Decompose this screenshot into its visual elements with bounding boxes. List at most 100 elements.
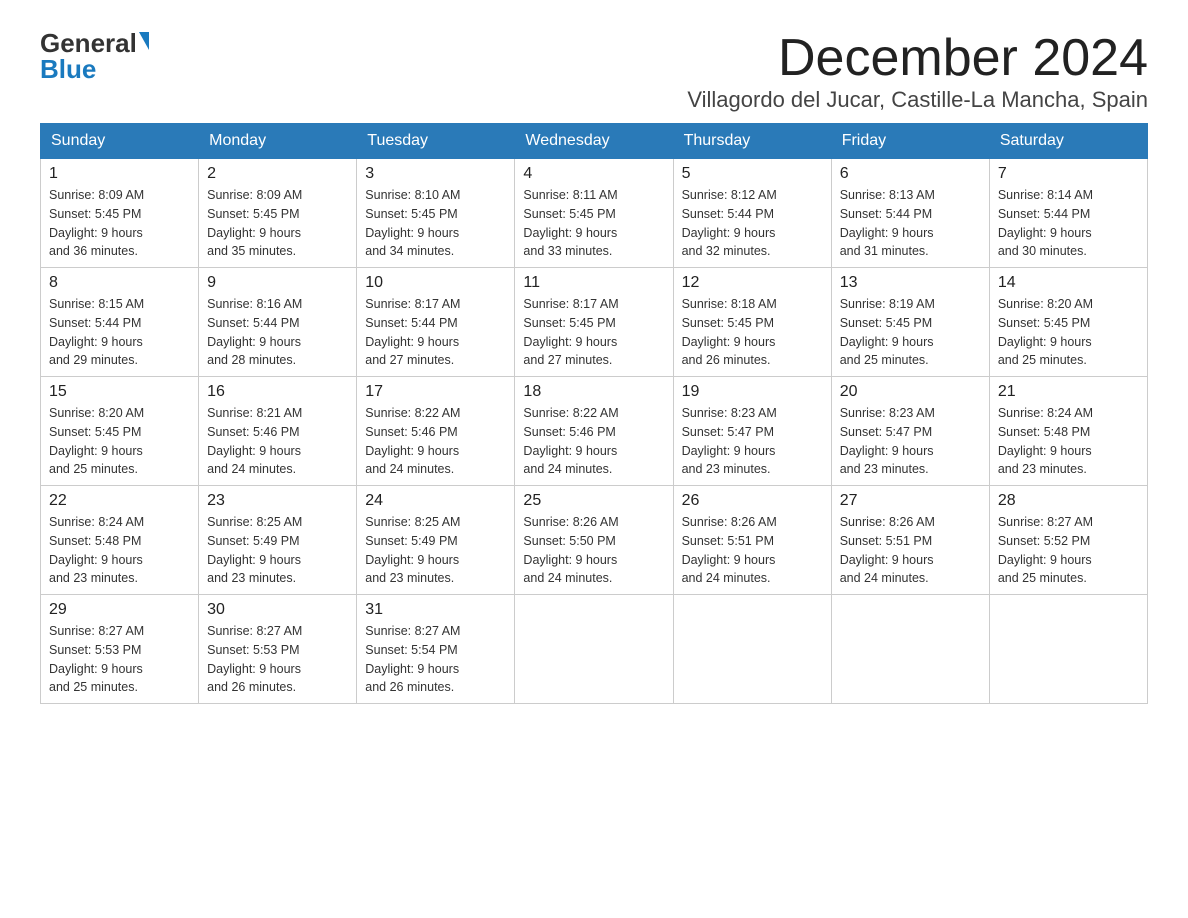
day-number: 15 [49, 383, 190, 401]
calendar-cell: 17 Sunrise: 8:22 AM Sunset: 5:46 PM Dayl… [357, 377, 515, 486]
day-number: 2 [207, 165, 348, 183]
calendar-cell: 30 Sunrise: 8:27 AM Sunset: 5:53 PM Dayl… [199, 595, 357, 704]
day-info: Sunrise: 8:21 AM Sunset: 5:46 PM Dayligh… [207, 404, 348, 479]
day-number: 25 [523, 492, 664, 510]
weekday-header-friday: Friday [831, 124, 989, 159]
calendar-cell [989, 595, 1147, 704]
day-number: 14 [998, 274, 1139, 292]
day-number: 21 [998, 383, 1139, 401]
calendar-cell: 13 Sunrise: 8:19 AM Sunset: 5:45 PM Dayl… [831, 268, 989, 377]
title-block: December 2024 Villagordo del Jucar, Cast… [687, 30, 1148, 113]
calendar-cell: 7 Sunrise: 8:14 AM Sunset: 5:44 PM Dayli… [989, 159, 1147, 268]
calendar-cell: 14 Sunrise: 8:20 AM Sunset: 5:45 PM Dayl… [989, 268, 1147, 377]
day-info: Sunrise: 8:27 AM Sunset: 5:53 PM Dayligh… [49, 622, 190, 697]
day-info: Sunrise: 8:12 AM Sunset: 5:44 PM Dayligh… [682, 186, 823, 261]
calendar-cell: 8 Sunrise: 8:15 AM Sunset: 5:44 PM Dayli… [41, 268, 199, 377]
day-number: 16 [207, 383, 348, 401]
calendar-cell: 9 Sunrise: 8:16 AM Sunset: 5:44 PM Dayli… [199, 268, 357, 377]
month-title: December 2024 [687, 30, 1148, 87]
calendar-cell: 3 Sunrise: 8:10 AM Sunset: 5:45 PM Dayli… [357, 159, 515, 268]
calendar-header-row: SundayMondayTuesdayWednesdayThursdayFrid… [41, 124, 1148, 159]
day-number: 26 [682, 492, 823, 510]
day-info: Sunrise: 8:25 AM Sunset: 5:49 PM Dayligh… [365, 513, 506, 588]
calendar-cell: 15 Sunrise: 8:20 AM Sunset: 5:45 PM Dayl… [41, 377, 199, 486]
calendar-cell: 1 Sunrise: 8:09 AM Sunset: 5:45 PM Dayli… [41, 159, 199, 268]
day-info: Sunrise: 8:16 AM Sunset: 5:44 PM Dayligh… [207, 295, 348, 370]
day-info: Sunrise: 8:24 AM Sunset: 5:48 PM Dayligh… [49, 513, 190, 588]
weekday-header-sunday: Sunday [41, 124, 199, 159]
calendar-cell: 26 Sunrise: 8:26 AM Sunset: 5:51 PM Dayl… [673, 486, 831, 595]
day-info: Sunrise: 8:10 AM Sunset: 5:45 PM Dayligh… [365, 186, 506, 261]
page-header: General Blue December 2024 Villagordo de… [40, 30, 1148, 113]
day-info: Sunrise: 8:26 AM Sunset: 5:51 PM Dayligh… [840, 513, 981, 588]
calendar-week-row: 1 Sunrise: 8:09 AM Sunset: 5:45 PM Dayli… [41, 159, 1148, 268]
calendar-cell [515, 595, 673, 704]
calendar-cell [831, 595, 989, 704]
day-info: Sunrise: 8:20 AM Sunset: 5:45 PM Dayligh… [49, 404, 190, 479]
day-number: 6 [840, 165, 981, 183]
day-number: 10 [365, 274, 506, 292]
calendar-week-row: 15 Sunrise: 8:20 AM Sunset: 5:45 PM Dayl… [41, 377, 1148, 486]
day-info: Sunrise: 8:13 AM Sunset: 5:44 PM Dayligh… [840, 186, 981, 261]
day-info: Sunrise: 8:20 AM Sunset: 5:45 PM Dayligh… [998, 295, 1139, 370]
calendar-cell: 28 Sunrise: 8:27 AM Sunset: 5:52 PM Dayl… [989, 486, 1147, 595]
weekday-header-monday: Monday [199, 124, 357, 159]
calendar-cell: 19 Sunrise: 8:23 AM Sunset: 5:47 PM Dayl… [673, 377, 831, 486]
day-info: Sunrise: 8:18 AM Sunset: 5:45 PM Dayligh… [682, 295, 823, 370]
calendar-cell [673, 595, 831, 704]
day-info: Sunrise: 8:23 AM Sunset: 5:47 PM Dayligh… [840, 404, 981, 479]
calendar-cell: 29 Sunrise: 8:27 AM Sunset: 5:53 PM Dayl… [41, 595, 199, 704]
day-number: 3 [365, 165, 506, 183]
day-number: 29 [49, 601, 190, 619]
day-info: Sunrise: 8:19 AM Sunset: 5:45 PM Dayligh… [840, 295, 981, 370]
day-info: Sunrise: 8:24 AM Sunset: 5:48 PM Dayligh… [998, 404, 1139, 479]
calendar-cell: 31 Sunrise: 8:27 AM Sunset: 5:54 PM Dayl… [357, 595, 515, 704]
day-info: Sunrise: 8:17 AM Sunset: 5:44 PM Dayligh… [365, 295, 506, 370]
day-info: Sunrise: 8:22 AM Sunset: 5:46 PM Dayligh… [523, 404, 664, 479]
weekday-header-wednesday: Wednesday [515, 124, 673, 159]
calendar-cell: 20 Sunrise: 8:23 AM Sunset: 5:47 PM Dayl… [831, 377, 989, 486]
calendar-cell: 2 Sunrise: 8:09 AM Sunset: 5:45 PM Dayli… [199, 159, 357, 268]
day-number: 19 [682, 383, 823, 401]
day-number: 1 [49, 165, 190, 183]
day-number: 7 [998, 165, 1139, 183]
day-number: 23 [207, 492, 348, 510]
calendar-cell: 6 Sunrise: 8:13 AM Sunset: 5:44 PM Dayli… [831, 159, 989, 268]
calendar-cell: 18 Sunrise: 8:22 AM Sunset: 5:46 PM Dayl… [515, 377, 673, 486]
day-info: Sunrise: 8:25 AM Sunset: 5:49 PM Dayligh… [207, 513, 348, 588]
day-info: Sunrise: 8:09 AM Sunset: 5:45 PM Dayligh… [207, 186, 348, 261]
day-number: 20 [840, 383, 981, 401]
day-number: 18 [523, 383, 664, 401]
day-number: 17 [365, 383, 506, 401]
logo-triangle-icon [139, 32, 149, 50]
calendar-cell: 23 Sunrise: 8:25 AM Sunset: 5:49 PM Dayl… [199, 486, 357, 595]
calendar-cell: 12 Sunrise: 8:18 AM Sunset: 5:45 PM Dayl… [673, 268, 831, 377]
day-number: 27 [840, 492, 981, 510]
day-info: Sunrise: 8:27 AM Sunset: 5:52 PM Dayligh… [998, 513, 1139, 588]
location-title: Villagordo del Jucar, Castille-La Mancha… [687, 87, 1148, 113]
day-number: 9 [207, 274, 348, 292]
calendar-cell: 27 Sunrise: 8:26 AM Sunset: 5:51 PM Dayl… [831, 486, 989, 595]
day-number: 13 [840, 274, 981, 292]
day-info: Sunrise: 8:26 AM Sunset: 5:50 PM Dayligh… [523, 513, 664, 588]
day-info: Sunrise: 8:15 AM Sunset: 5:44 PM Dayligh… [49, 295, 190, 370]
day-number: 24 [365, 492, 506, 510]
logo: General Blue [40, 30, 149, 82]
calendar-cell: 5 Sunrise: 8:12 AM Sunset: 5:44 PM Dayli… [673, 159, 831, 268]
calendar-cell: 25 Sunrise: 8:26 AM Sunset: 5:50 PM Dayl… [515, 486, 673, 595]
day-number: 5 [682, 165, 823, 183]
day-info: Sunrise: 8:23 AM Sunset: 5:47 PM Dayligh… [682, 404, 823, 479]
day-number: 28 [998, 492, 1139, 510]
calendar-week-row: 29 Sunrise: 8:27 AM Sunset: 5:53 PM Dayl… [41, 595, 1148, 704]
day-info: Sunrise: 8:27 AM Sunset: 5:53 PM Dayligh… [207, 622, 348, 697]
calendar-cell: 21 Sunrise: 8:24 AM Sunset: 5:48 PM Dayl… [989, 377, 1147, 486]
calendar-cell: 24 Sunrise: 8:25 AM Sunset: 5:49 PM Dayl… [357, 486, 515, 595]
day-info: Sunrise: 8:17 AM Sunset: 5:45 PM Dayligh… [523, 295, 664, 370]
calendar-cell: 16 Sunrise: 8:21 AM Sunset: 5:46 PM Dayl… [199, 377, 357, 486]
day-number: 12 [682, 274, 823, 292]
day-number: 8 [49, 274, 190, 292]
day-number: 30 [207, 601, 348, 619]
weekday-header-tuesday: Tuesday [357, 124, 515, 159]
day-info: Sunrise: 8:27 AM Sunset: 5:54 PM Dayligh… [365, 622, 506, 697]
logo-general-text: General [40, 30, 137, 56]
